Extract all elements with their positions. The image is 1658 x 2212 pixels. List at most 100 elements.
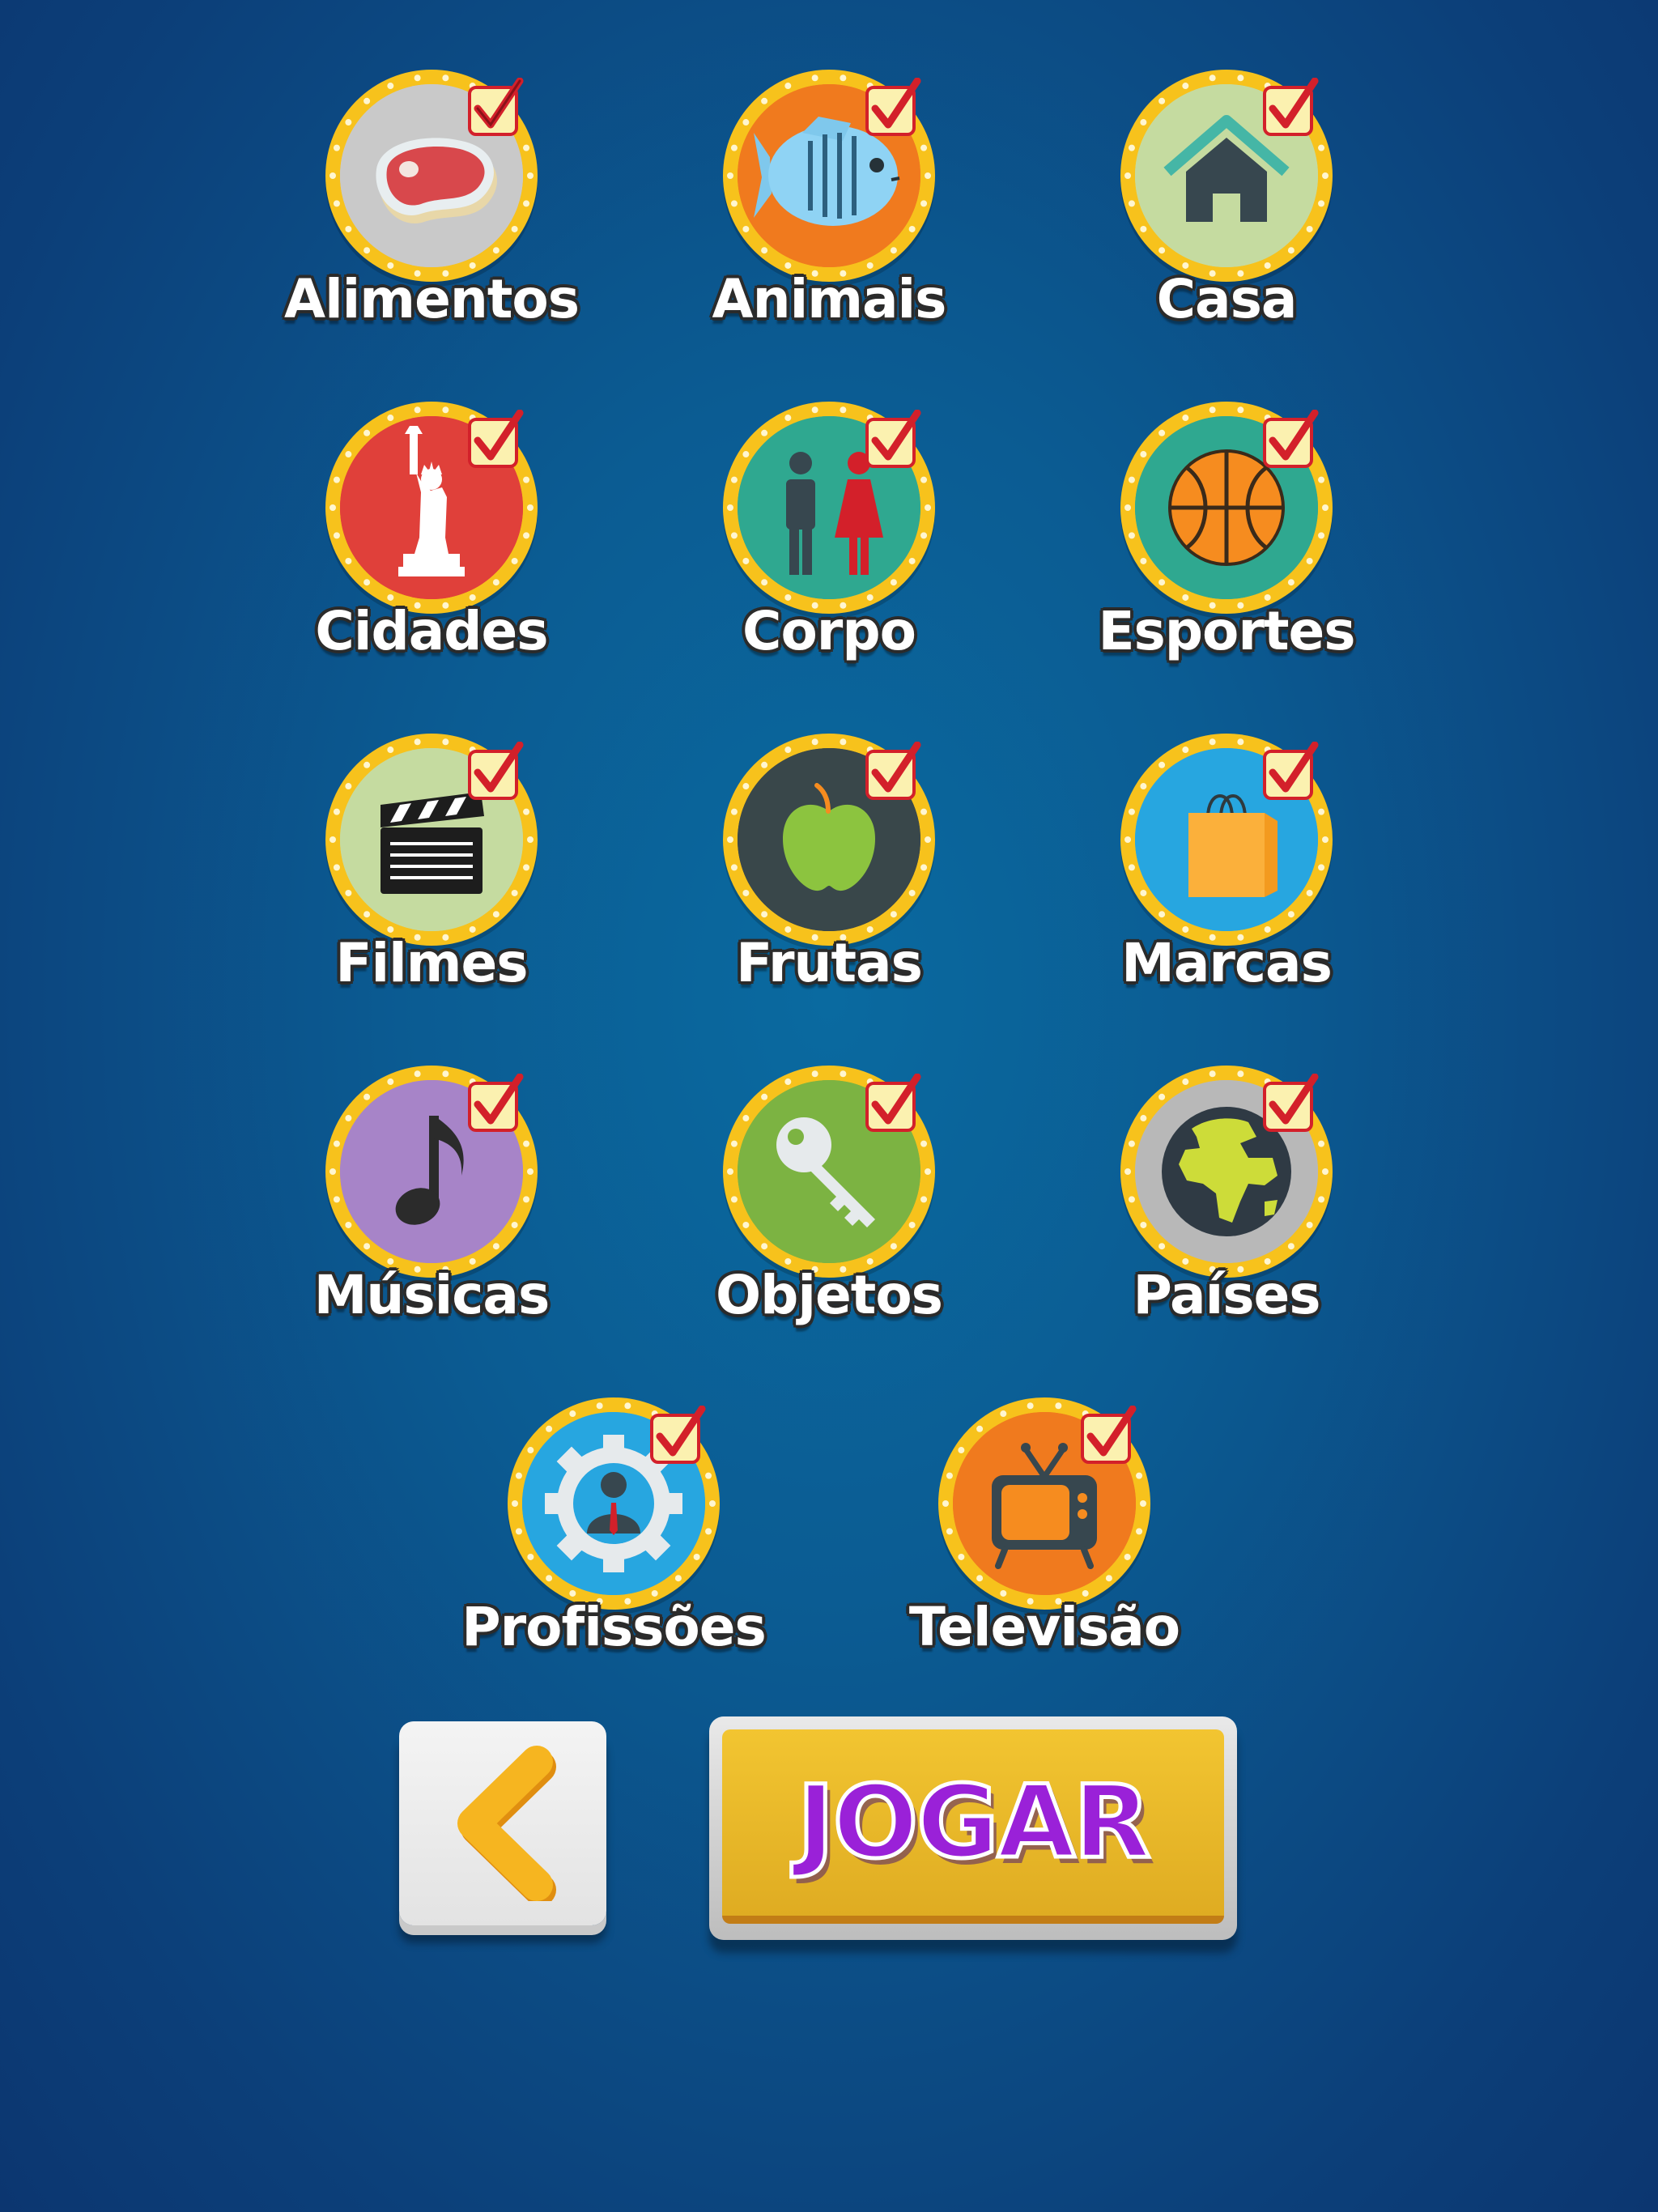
play-button-face: JOGAR xyxy=(722,1729,1224,1924)
badge-light-dot xyxy=(761,429,768,436)
badge-light-dot xyxy=(920,476,928,483)
checkbox-checked-icon[interactable] xyxy=(1079,1406,1139,1465)
category-animais[interactable]: Animais xyxy=(643,70,1015,345)
badge-light-dot xyxy=(742,783,750,790)
badge-light-dot xyxy=(1128,532,1135,539)
badge-light-dot xyxy=(527,836,534,843)
category-objetos[interactable]: Objetos xyxy=(643,1066,1015,1341)
badge-light-dot xyxy=(1140,783,1147,790)
badge-light-dot xyxy=(730,808,738,815)
badge-light-dot xyxy=(1140,557,1147,564)
category-casa[interactable]: Casa xyxy=(1040,70,1413,345)
badge-light-dot xyxy=(784,747,792,754)
badge-light-dot xyxy=(546,1425,553,1432)
badge-light-dot xyxy=(1237,406,1244,414)
badge-light-dot xyxy=(333,1140,340,1147)
badge-light-dot xyxy=(492,579,500,586)
badge-light-dot xyxy=(363,97,371,104)
badge-light-dot xyxy=(1318,144,1325,151)
category-filmes[interactable]: Filmes xyxy=(245,734,618,1009)
badge-light-dot xyxy=(345,783,352,790)
badge-light-dot xyxy=(387,747,394,754)
badge-light-dot xyxy=(920,200,928,207)
checkbox-checked-icon[interactable] xyxy=(1261,1074,1321,1134)
badge-light-dot xyxy=(742,1115,750,1122)
badge-light-dot xyxy=(527,1553,534,1560)
badge-light-dot xyxy=(1318,200,1325,207)
badge-light-dot xyxy=(761,579,768,586)
category-cidades[interactable]: Cidades xyxy=(245,402,618,677)
badge-light-dot xyxy=(1209,738,1216,746)
badge-light-dot xyxy=(527,1447,534,1454)
category-televisao[interactable]: Televisão xyxy=(858,1397,1231,1673)
badge-light-dot xyxy=(1209,74,1216,82)
badge-light-dot xyxy=(1158,1093,1166,1100)
badge-light-dot xyxy=(527,172,534,179)
badge-light-dot xyxy=(329,172,336,179)
badge-light-dot xyxy=(761,97,768,104)
badge-light-dot xyxy=(727,1168,733,1175)
category-frutas[interactable]: Frutas xyxy=(643,734,1015,1009)
badge-light-dot xyxy=(515,1528,522,1535)
category-label: Profissões xyxy=(461,1596,767,1658)
checkbox-checked-icon[interactable] xyxy=(648,1406,708,1465)
category-paises[interactable]: Países xyxy=(1040,1066,1413,1341)
category-esportes[interactable]: Esportes xyxy=(1040,402,1413,677)
badge-light-dot xyxy=(1306,225,1313,232)
badge-light-dot xyxy=(1027,1402,1034,1410)
badge-light-dot xyxy=(1318,1196,1325,1203)
badge-light-dot xyxy=(840,1070,847,1078)
badge-light-dot xyxy=(414,738,421,746)
badge-light-dot xyxy=(1140,1115,1147,1122)
badge-light-dot xyxy=(946,1528,953,1535)
badge-light-dot xyxy=(742,451,750,458)
checkbox-checked-icon[interactable] xyxy=(466,410,526,470)
badge-light-dot xyxy=(624,1402,631,1410)
badge-light-dot xyxy=(569,1410,576,1418)
badge-light-dot xyxy=(1124,1168,1131,1175)
badge-light-dot xyxy=(742,225,750,232)
badge-light-dot xyxy=(1105,1575,1112,1582)
checkbox-checked-icon[interactable] xyxy=(1261,742,1321,802)
category-label: Corpo xyxy=(742,600,916,662)
badge-light-dot xyxy=(761,911,768,918)
badge-light-dot xyxy=(730,476,738,483)
badge-light-dot xyxy=(546,1575,553,1582)
badge-light-dot xyxy=(345,225,352,232)
badge-light-dot xyxy=(414,1070,421,1078)
badge-light-dot xyxy=(1237,74,1244,82)
badge-light-dot xyxy=(840,406,847,414)
checkbox-checked-icon[interactable] xyxy=(864,410,924,470)
checkbox-checked-icon[interactable] xyxy=(466,1074,526,1134)
category-marcas[interactable]: Marcas xyxy=(1040,734,1413,1009)
badge-light-dot xyxy=(730,200,738,207)
badge-light-dot xyxy=(442,738,449,746)
badge-light-dot xyxy=(329,504,336,511)
badge-light-dot xyxy=(742,119,750,126)
category-musicas[interactable]: Músicas xyxy=(245,1066,618,1341)
badge-light-dot xyxy=(1182,83,1189,90)
category-profissoes[interactable]: Profissões xyxy=(427,1397,800,1673)
badge-light-dot xyxy=(925,504,931,511)
checkbox-checked-icon[interactable] xyxy=(466,742,526,802)
checkbox-checked-icon[interactable] xyxy=(1261,410,1321,470)
checkbox-checked-icon[interactable] xyxy=(864,742,924,802)
badge-light-dot xyxy=(511,889,518,896)
checkbox-checked-icon[interactable] xyxy=(1261,78,1321,138)
badge-light-dot xyxy=(492,247,500,254)
badge-light-dot xyxy=(363,579,371,586)
badge-light-dot xyxy=(1306,889,1313,896)
badge-light-dot xyxy=(1140,451,1147,458)
checkbox-checked-icon[interactable] xyxy=(864,1074,924,1134)
badge-light-dot xyxy=(1306,557,1313,564)
checkbox-checked-icon[interactable] xyxy=(466,78,526,138)
badge-light-dot xyxy=(1124,1553,1131,1560)
checkbox-checked-icon[interactable] xyxy=(864,78,924,138)
badge-light-dot xyxy=(414,406,421,414)
category-alimentos[interactable]: Alimentos xyxy=(245,70,618,345)
category-label: Esportes xyxy=(1098,600,1355,662)
back-button[interactable] xyxy=(399,1721,606,1925)
category-corpo[interactable]: Corpo xyxy=(643,402,1015,677)
badge-light-dot xyxy=(363,761,371,768)
play-button[interactable]: JOGAR xyxy=(709,1716,1237,1940)
